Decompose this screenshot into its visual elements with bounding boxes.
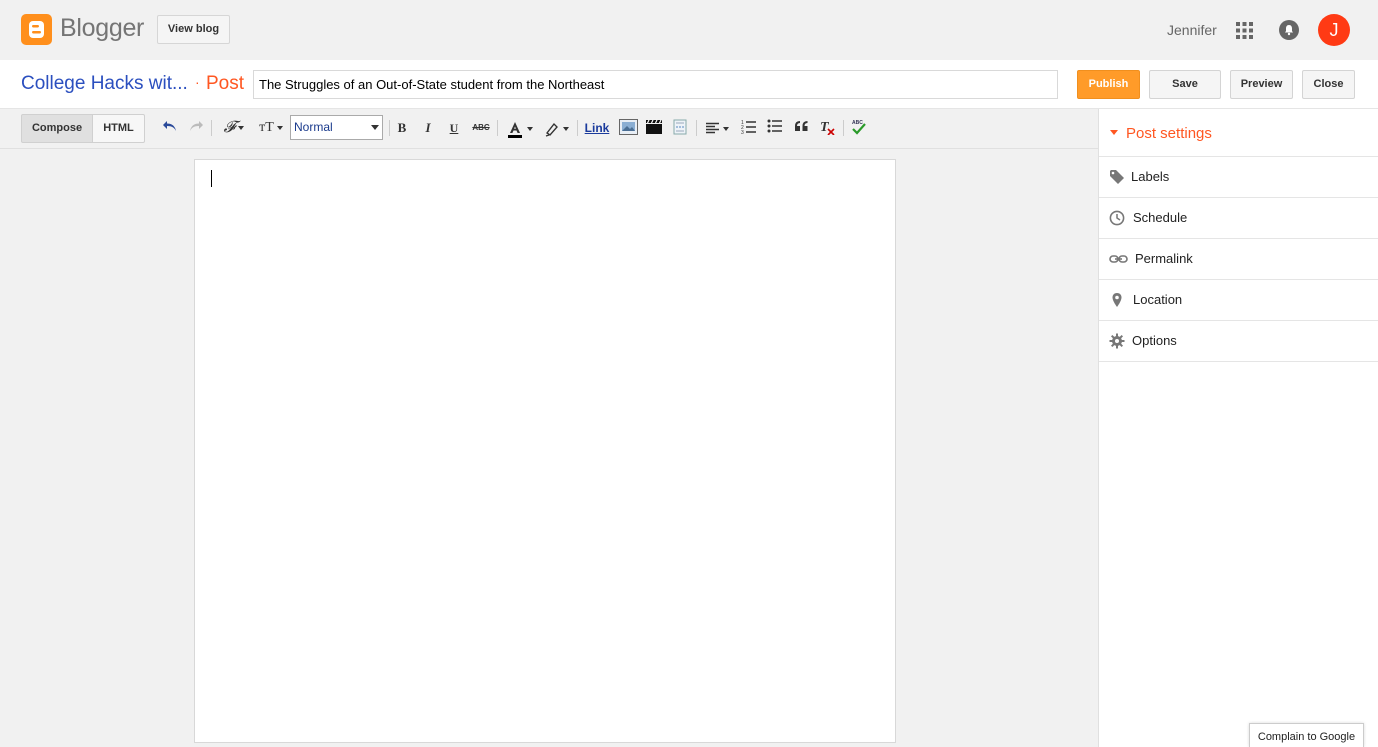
quote-icon[interactable] (791, 119, 811, 137)
link-button[interactable]: Link (583, 119, 611, 137)
underline-button[interactable]: U (446, 119, 462, 137)
blog-name-link[interactable]: College Hacks wit... (21, 73, 188, 95)
username: Jennifer (1167, 22, 1217, 38)
post-body-editor[interactable] (194, 159, 896, 743)
view-blog-button[interactable]: View blog (157, 15, 230, 44)
post-title-input[interactable] (253, 70, 1058, 99)
breadcrumb-separator: · (195, 74, 200, 90)
toolbar-divider (696, 120, 697, 136)
sidebar-item-permalink[interactable]: Permalink (1099, 239, 1378, 280)
font-family-icon[interactable]: 𝓕 (219, 119, 249, 137)
pin-icon (1109, 292, 1125, 308)
notifications-bell-icon[interactable] (1279, 20, 1299, 40)
apps-grid-icon[interactable] (1236, 22, 1253, 39)
gear-icon (1109, 333, 1125, 349)
sidebar-item-label: Options (1132, 333, 1177, 348)
publish-button[interactable]: Publish (1077, 70, 1140, 99)
image-icon[interactable] (618, 119, 638, 137)
link-icon (1109, 251, 1128, 267)
svg-text:T: T (820, 120, 830, 135)
sidebar-item-schedule[interactable]: Schedule (1099, 198, 1378, 239)
toolbar-divider (577, 120, 578, 136)
numbered-list-icon[interactable]: 123 (739, 119, 759, 137)
brand-name[interactable]: Blogger (60, 14, 144, 43)
text-color-icon[interactable] (504, 119, 534, 138)
sidebar-item-label: Permalink (1135, 251, 1193, 266)
sidebar-item-location[interactable]: Location (1099, 280, 1378, 321)
clear-format-icon[interactable]: T (817, 119, 837, 137)
toolbar-divider (211, 120, 212, 136)
editor-area (0, 149, 1098, 747)
avatar[interactable]: J (1318, 14, 1350, 46)
top-bar: Blogger View blog Jennifer J (0, 0, 1378, 60)
sidebar-item-label: Schedule (1133, 210, 1188, 225)
post-type-label: Post (206, 73, 245, 94)
post-settings-header[interactable]: Post settings (1099, 109, 1378, 157)
video-icon[interactable] (644, 119, 664, 137)
toolbar-divider (389, 120, 390, 136)
text-cursor (211, 170, 212, 187)
post-settings-panel: Post settings Labels Schedule Permalink … (1098, 109, 1378, 747)
strikethrough-button[interactable]: ABC (470, 119, 492, 137)
chevron-down-icon (371, 125, 379, 130)
undo-icon[interactable] (161, 119, 179, 137)
blogger-logo-icon[interactable] (21, 14, 52, 45)
italic-button[interactable]: I (420, 119, 436, 137)
collapse-triangle-icon (1110, 130, 1118, 135)
html-mode-button[interactable]: HTML (92, 114, 145, 143)
sidebar-item-label: Location (1133, 292, 1183, 307)
post-title-bar: College Hacks wit... · Post Publish Save… (0, 60, 1378, 109)
font-size-icon[interactable]: тT (255, 119, 287, 137)
jump-break-icon[interactable] (670, 119, 690, 137)
bold-button[interactable]: B (394, 119, 410, 137)
editor-toolbar: Compose HTML 𝓕 тT Normal B I U ABC Link … (0, 109, 1098, 149)
clock-icon (1109, 210, 1125, 226)
align-icon[interactable] (702, 119, 732, 137)
toolbar-divider (497, 120, 498, 136)
spellcheck-icon[interactable]: ABC (849, 119, 869, 137)
bullet-list-icon[interactable] (765, 119, 785, 137)
compose-mode-button[interactable]: Compose (21, 114, 93, 143)
toolbar-divider (843, 120, 844, 136)
sidebar-item-options[interactable]: Options (1099, 321, 1378, 362)
highlight-icon[interactable] (541, 119, 571, 137)
complain-to-google-button[interactable]: Complain to Google (1249, 723, 1364, 747)
format-value: Normal (294, 120, 333, 134)
tag-icon (1109, 169, 1125, 185)
sidebar-item-labels[interactable]: Labels (1099, 157, 1378, 198)
close-button[interactable]: Close (1302, 70, 1355, 99)
preview-button[interactable]: Preview (1230, 70, 1293, 99)
svg-text:ABC: ABC (852, 120, 863, 126)
save-button[interactable]: Save (1149, 70, 1221, 99)
sidebar-item-label: Labels (1131, 169, 1170, 184)
post-settings-title: Post settings (1126, 125, 1212, 142)
paragraph-format-select[interactable]: Normal (290, 115, 383, 140)
redo-icon[interactable] (187, 119, 205, 137)
svg-text:3: 3 (741, 130, 744, 134)
